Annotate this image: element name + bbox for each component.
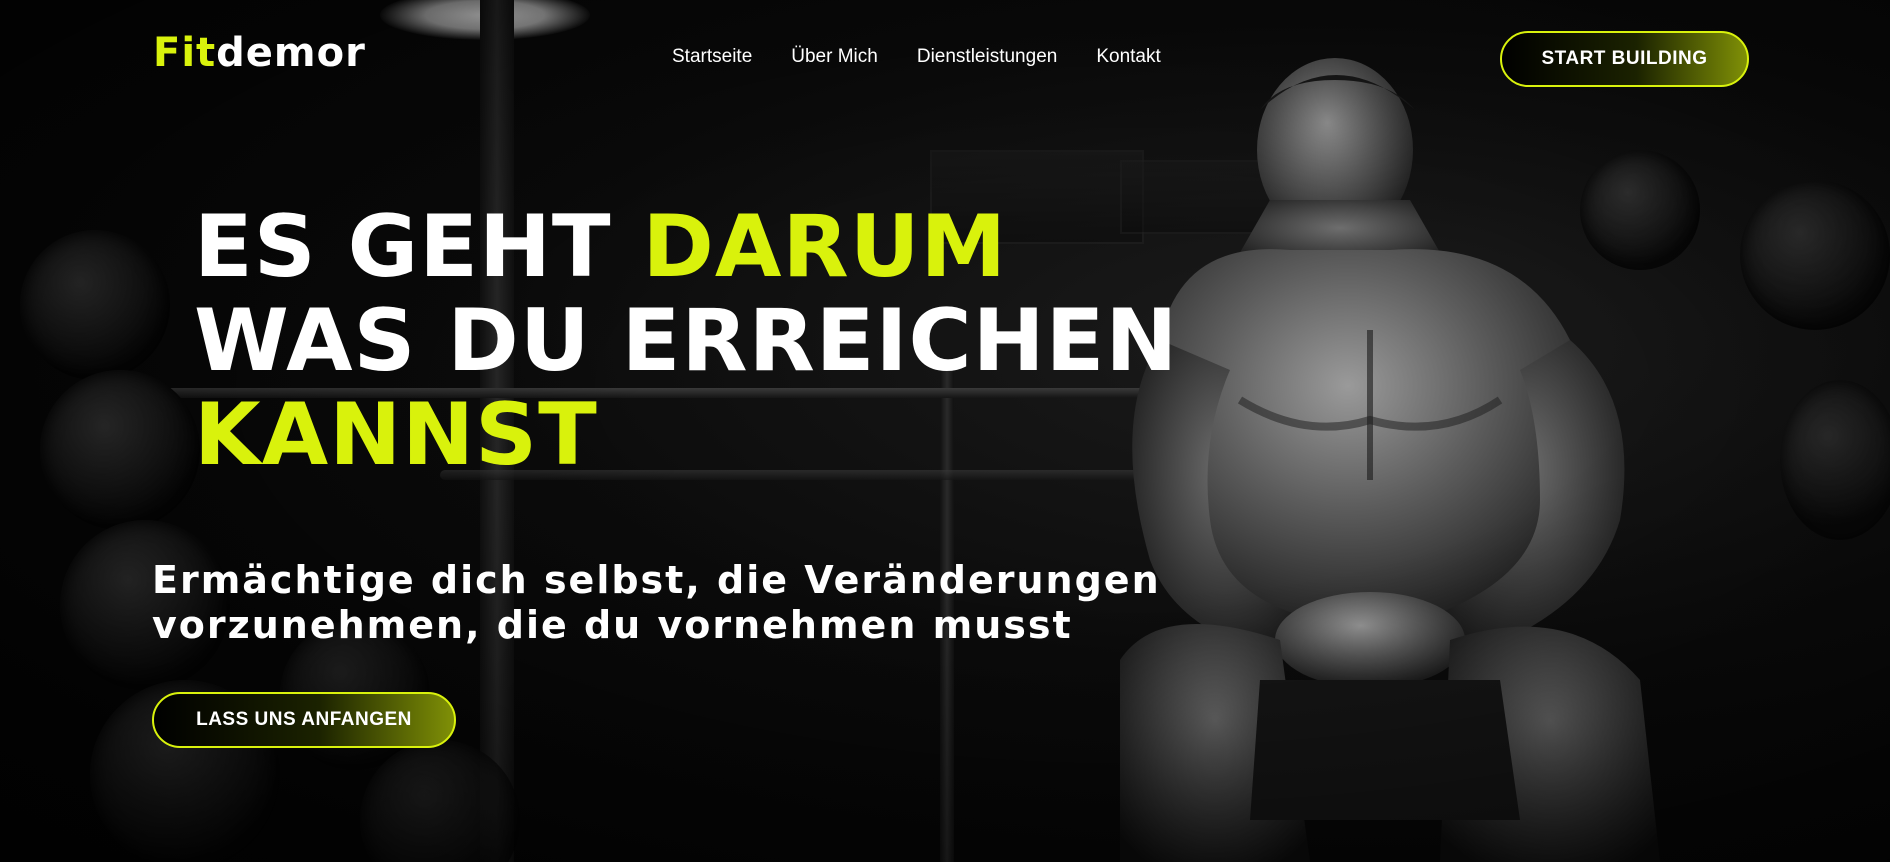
nav-link-dienstleistungen[interactable]: Dienstleistungen xyxy=(917,46,1057,68)
nav-link-startseite[interactable]: Startseite xyxy=(672,46,752,68)
nav-link-ueber-mich[interactable]: Über Mich xyxy=(791,46,878,68)
brand-logo[interactable]: Fitdemor xyxy=(153,30,366,76)
headline-line1-accent: DARUM xyxy=(642,197,1008,297)
get-started-button[interactable]: LASS UNS ANFANGEN xyxy=(152,692,456,748)
logo-accent-text: Fit xyxy=(153,30,217,76)
hero-subheadline: Ermächtige dich selbst, die Veränderunge… xyxy=(152,558,1161,647)
main-navigation: Startseite Über Mich Dienstleistungen Ko… xyxy=(672,46,1161,68)
headline-line3-accent: KANNST xyxy=(194,385,598,485)
logo-main-text: demor xyxy=(216,30,366,76)
nav-link-kontakt[interactable]: Kontakt xyxy=(1096,46,1160,68)
start-building-button[interactable]: START BUILDING xyxy=(1500,31,1749,87)
hero-headline: ES GEHT DARUM WAS DU ERREICHEN KANNST xyxy=(194,200,1178,482)
hero-page: Fitdemor Startseite Über Mich Dienstleis… xyxy=(0,0,1890,862)
headline-line2: WAS DU ERREICHEN xyxy=(194,291,1179,391)
headline-line1-white: ES GEHT xyxy=(194,197,643,297)
